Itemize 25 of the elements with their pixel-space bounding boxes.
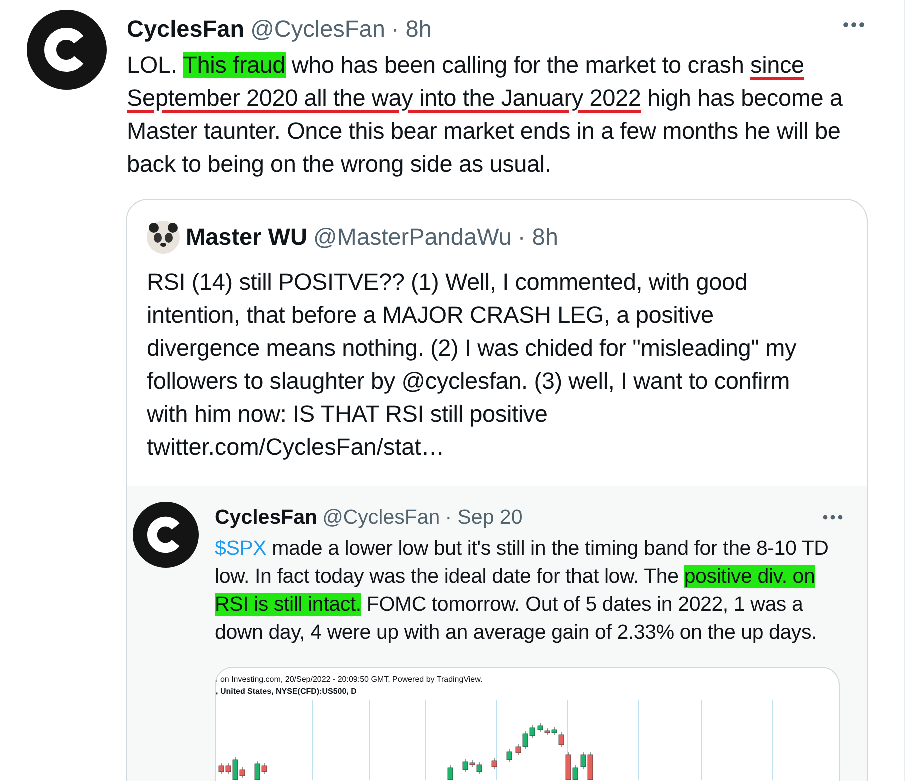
author-handle[interactable]: @CyclesFan (250, 12, 386, 48)
more-options-icon[interactable] (823, 515, 843, 520)
tweet-time: · 8h (518, 223, 558, 252)
quoted-tweet-card[interactable] (126, 199, 868, 781)
author-name[interactable]: Master WU (186, 220, 308, 256)
tweet-time[interactable]: · 8h (391, 12, 432, 48)
chart-caption: ı on Investing.com, 20/Sep/2022 - 20:09:50 GMT, Powered by TradingView. (216, 674, 484, 686)
candlestick (492, 758, 498, 770)
avatar-icon[interactable] (27, 10, 107, 90)
panda-avatar-icon[interactable] (147, 221, 180, 254)
candlestick (448, 764, 454, 780)
chart-symbol: , United States, NYSE(CFD):US500, D (216, 686, 358, 698)
author-handle: @MasterPandaWu (313, 223, 512, 252)
author-handle: @CyclesFan (322, 504, 440, 530)
tweet-link[interactable]: twitter.com/CyclesFan/stat… (147, 434, 445, 460)
chart-image-card[interactable]: ı on Investing.com, 20/Sep/2022 - 20:09:50 GMT, Powered by TradingView. , United States, NYSE(CFD):US500, D (215, 667, 840, 781)
author-name[interactable]: CyclesFan (215, 502, 318, 534)
nested-tweet-text: $SPX made a lower low but it's still in the timing band for the 8-10 TD low. In fact today was the ideal date for that low. The positive div. on RSI is still intact. FOMC tomorrow. Out of 5 dates in 2022, 1 was a down day, 4 were up with an average gain of 2.33% on the up days. (215, 536, 830, 646)
candlestick (506, 748, 512, 763)
more-options-icon[interactable] (843, 22, 865, 28)
tweet-text: LOL. This fraud who has been calling for the market to crash since September 2020 all the way into the January 2022 high has become a Master taunter. Once this bear market ends in a few months he will be back to being on the wrong side as usual. (127, 51, 844, 180)
avatar-icon[interactable] (133, 502, 199, 568)
tweet-time: · Sep 20 (445, 504, 523, 530)
nested-tweet-card[interactable] (127, 486, 867, 781)
author-name[interactable]: CyclesFan (127, 12, 245, 48)
